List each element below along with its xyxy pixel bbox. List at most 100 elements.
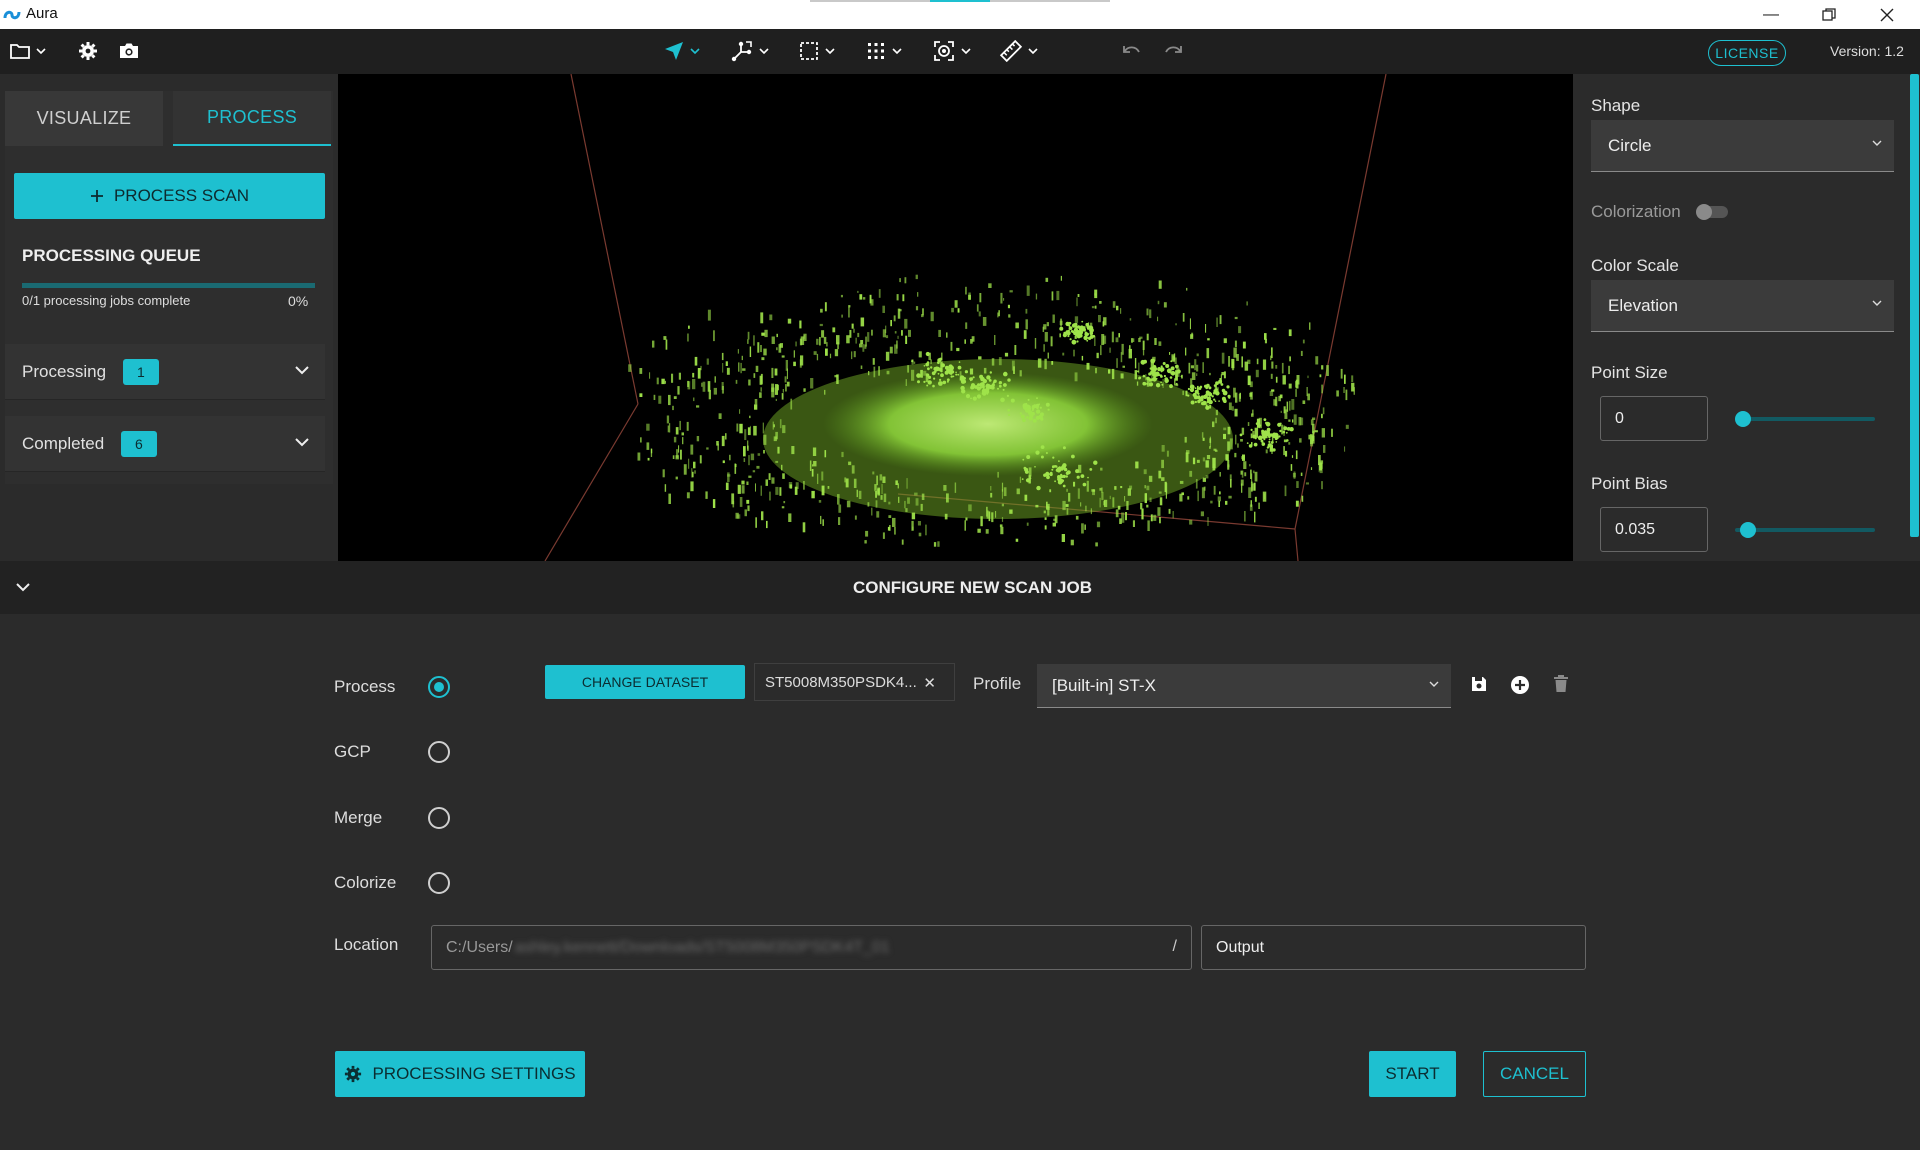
radio-gcp[interactable] bbox=[428, 741, 450, 763]
add-circle-icon[interactable] bbox=[1510, 675, 1530, 695]
point-cloud-point bbox=[1237, 443, 1239, 448]
cancel-button[interactable]: CANCEL bbox=[1483, 1051, 1586, 1097]
point-cloud-point bbox=[772, 421, 774, 430]
queue-group-completed[interactable]: Completed 6 bbox=[5, 416, 325, 472]
point-cloud-point bbox=[901, 330, 903, 336]
point-cloud-point bbox=[1034, 338, 1037, 349]
radio-process[interactable] bbox=[428, 676, 450, 698]
point-cloud-point bbox=[738, 362, 740, 372]
point-cloud-point bbox=[851, 351, 853, 360]
location-input[interactable]: C:/Users/ ashley.kennett/Downloads/ST500… bbox=[431, 925, 1192, 970]
point-cloud-point bbox=[1077, 488, 1080, 499]
point-cloud-point bbox=[1158, 374, 1161, 377]
undo-button[interactable] bbox=[1122, 37, 1142, 65]
point-cloud-point bbox=[1047, 408, 1050, 411]
point-cloud-point bbox=[761, 332, 765, 336]
point-cloud-point bbox=[974, 385, 978, 389]
point-bias-slider-track[interactable] bbox=[1735, 528, 1875, 532]
point-cloud-point bbox=[970, 385, 975, 390]
point-cloud-point bbox=[1241, 427, 1245, 435]
point-cloud-point bbox=[757, 342, 760, 353]
point-cloud-point bbox=[1098, 315, 1101, 323]
point-cloud-point bbox=[1168, 508, 1171, 514]
point-cloud-point bbox=[1112, 301, 1116, 308]
redo-button[interactable] bbox=[1163, 37, 1183, 65]
point-cloud-point bbox=[1182, 390, 1184, 396]
point-cloud-point bbox=[968, 292, 971, 300]
option-colorize-label: Colorize bbox=[334, 873, 397, 892]
close-button[interactable] bbox=[1858, 0, 1916, 29]
profile-select[interactable]: [Built-in] ST-X bbox=[1037, 664, 1451, 708]
settings-button[interactable] bbox=[78, 37, 98, 65]
point-cloud-point bbox=[1264, 333, 1267, 340]
queue-group-processing[interactable]: Processing 1 bbox=[5, 344, 325, 400]
point-size-slider-track[interactable] bbox=[1735, 417, 1875, 421]
point-cloud-point bbox=[754, 399, 758, 405]
point-cloud-viewport[interactable] bbox=[338, 74, 1573, 561]
processing-settings-button[interactable]: PROCESSING SETTINGS bbox=[335, 1051, 585, 1097]
point-cloud-point bbox=[1326, 365, 1329, 376]
point-cloud-point bbox=[946, 493, 949, 503]
point-cloud-point bbox=[1111, 368, 1115, 380]
tab-process[interactable]: PROCESS bbox=[173, 91, 331, 146]
point-cloud-point bbox=[677, 386, 680, 395]
point-cloud-point bbox=[877, 487, 880, 496]
point-cloud-point bbox=[1131, 338, 1133, 343]
point-cloud-point bbox=[1172, 511, 1174, 519]
point-cloud-point bbox=[692, 372, 695, 378]
save-icon[interactable] bbox=[1470, 675, 1488, 693]
right-panel-scrollbar[interactable] bbox=[1910, 74, 1919, 537]
point-cloud-point bbox=[950, 341, 953, 351]
point-cloud-point bbox=[819, 323, 823, 327]
point-cloud-point bbox=[872, 471, 875, 475]
point-cloud-point bbox=[1223, 433, 1226, 440]
radio-colorize[interactable] bbox=[428, 872, 450, 894]
point-cloud-point bbox=[694, 470, 696, 474]
color-scale-select[interactable]: Elevation bbox=[1591, 280, 1894, 332]
measure-tool-button[interactable] bbox=[1000, 37, 1038, 65]
start-button[interactable]: START bbox=[1369, 1051, 1456, 1097]
point-bias-input[interactable]: 0.035 bbox=[1600, 507, 1708, 552]
change-dataset-button[interactable]: CHANGE DATASET bbox=[545, 665, 745, 699]
point-cloud-point bbox=[673, 396, 677, 399]
colorization-toggle[interactable] bbox=[1696, 204, 1728, 220]
trash-icon[interactable] bbox=[1553, 675, 1569, 693]
point-cloud-point bbox=[760, 345, 762, 353]
screenshot-button[interactable] bbox=[118, 37, 140, 65]
point-cloud-point bbox=[1119, 518, 1122, 524]
point-cloud-point bbox=[979, 293, 982, 303]
point-cloud-point bbox=[781, 506, 785, 509]
remove-dataset-icon[interactable]: ✕ bbox=[923, 674, 936, 692]
point-cloud-point bbox=[951, 307, 954, 313]
tab-visualize[interactable]: VISUALIZE bbox=[5, 91, 163, 146]
license-button[interactable]: LICENSE bbox=[1708, 40, 1786, 66]
point-cloud-point bbox=[1164, 377, 1168, 381]
grid-tool-button[interactable] bbox=[866, 37, 902, 65]
point-cloud-point bbox=[1145, 374, 1147, 381]
transform-tool-button[interactable] bbox=[731, 37, 769, 65]
point-cloud-point bbox=[939, 378, 942, 381]
focus-tool-button[interactable] bbox=[933, 37, 971, 65]
restore-button[interactable] bbox=[1800, 0, 1858, 29]
point-cloud-point bbox=[1099, 487, 1102, 491]
point-size-input[interactable]: 0 bbox=[1600, 396, 1708, 441]
point-cloud-point bbox=[667, 425, 670, 433]
colorization-label: Colorization bbox=[1591, 202, 1681, 221]
point-bias-slider-thumb[interactable] bbox=[1739, 522, 1756, 538]
point-cloud-point bbox=[1215, 409, 1218, 416]
point-cloud-point bbox=[930, 359, 932, 364]
point-cloud-point bbox=[1154, 338, 1157, 345]
point-cloud-point bbox=[1238, 326, 1242, 334]
point-cloud-point bbox=[1026, 455, 1031, 459]
point-size-slider-thumb[interactable] bbox=[1735, 411, 1751, 427]
shape-select[interactable]: Circle bbox=[1591, 120, 1894, 172]
process-scan-button[interactable]: PROCESS SCAN bbox=[14, 173, 325, 219]
open-folder-button[interactable] bbox=[10, 37, 46, 65]
minimize-button[interactable]: — bbox=[1742, 0, 1800, 29]
radio-merge[interactable] bbox=[428, 807, 450, 829]
select-box-tool-button[interactable] bbox=[799, 37, 835, 65]
output-name-input[interactable]: Output bbox=[1201, 925, 1586, 970]
point-cloud-point bbox=[1251, 473, 1253, 483]
navigate-tool-button[interactable] bbox=[664, 37, 700, 65]
browse-location-button[interactable]: / bbox=[1173, 938, 1177, 956]
